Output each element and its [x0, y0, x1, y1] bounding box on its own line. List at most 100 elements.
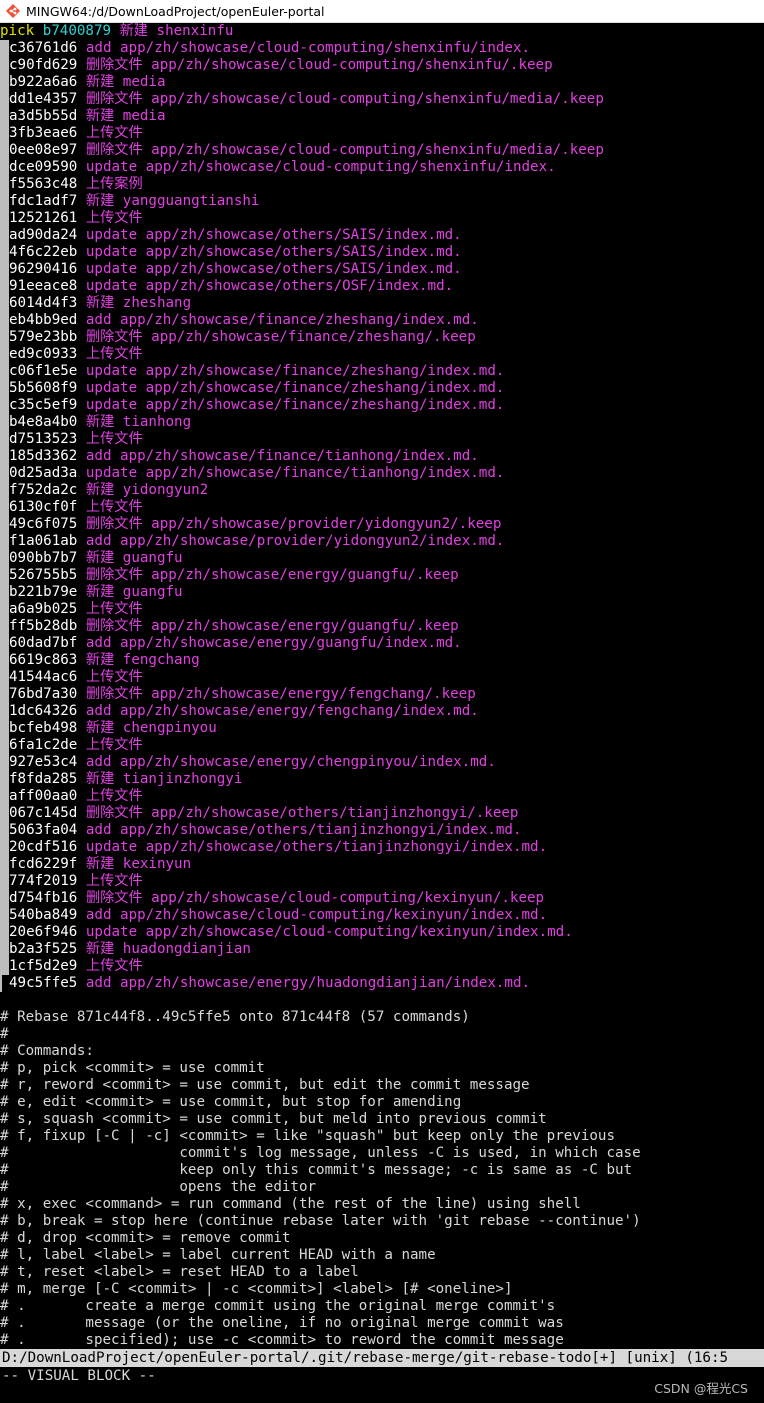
todo-line-selected[interactable]: 6014d4f3 新建 zheshang — [0, 295, 764, 312]
todo-line-selected[interactable]: ed9c0933 上传文件 — [0, 346, 764, 363]
commit-message: update app/zh/showcase/others/OSF/index.… — [85, 278, 454, 294]
commit-message: add app/zh/showcase/energy/huadongdianji… — [85, 975, 531, 991]
todo-line-selected[interactable]: 579e23bb 删除文件 app/zh/showcase/finance/zh… — [0, 329, 764, 346]
commit-message: update app/zh/showcase/finance/zheshang/… — [85, 380, 505, 396]
commit-message: 上传文件 — [85, 601, 143, 617]
todo-line-selected[interactable]: a3d5b55d 新建 media — [0, 108, 764, 125]
todo-line-selected[interactable]: 6fa1c2de 上传文件 — [0, 737, 764, 754]
todo-line-selected[interactable]: 4f6c22eb update app/zh/showcase/others/S… — [0, 244, 764, 261]
todo-line-selected[interactable]: 0d25ad3a update app/zh/showcase/finance/… — [0, 465, 764, 482]
todo-line-selected[interactable]: dce09590 update app/zh/showcase/cloud-co… — [0, 159, 764, 176]
todo-line-selected[interactable]: 6619c863 新建 fengchang — [0, 652, 764, 669]
comment-line: # l, label <label> = label current HEAD … — [0, 1247, 436, 1263]
todo-line-selected[interactable]: f1a061ab add app/zh/showcase/provider/yi… — [0, 533, 764, 550]
todo-line-selected[interactable]: fdc1adf7 新建 yangguangtianshi — [0, 193, 764, 210]
todo-line-selected[interactable]: 927e53c4 add app/zh/showcase/energy/chen… — [0, 754, 764, 771]
todo-line-selected[interactable]: 067c145d 删除文件 app/zh/showcase/others/tia… — [0, 805, 764, 822]
todo-line-selected[interactable]: a6a9b025 上传文件 — [0, 601, 764, 618]
todo-line-selected[interactable]: 12521261 上传文件 — [0, 210, 764, 227]
commit-hash: 4f6c22eb — [9, 244, 78, 260]
comment-line: # t, reset <label> = reset HEAD to a lab… — [0, 1264, 359, 1280]
todo-line-selected[interactable]: 774f2019 上传文件 — [0, 873, 764, 890]
todo-line-selected[interactable]: 5063fa04 add app/zh/showcase/others/tian… — [0, 822, 764, 839]
todo-line-selected[interactable]: aff00aa0 上传文件 — [0, 788, 764, 805]
todo-line-selected[interactable]: 49c6f075 删除文件 app/zh/showcase/provider/y… — [0, 516, 764, 533]
commit-message: 删除文件 app/zh/showcase/cloud-computing/she… — [85, 91, 604, 107]
commit-message: 上传文件 — [85, 873, 143, 889]
commit-hash: c90fd629 — [9, 57, 78, 73]
todo-line-selected[interactable]: f8fda285 新建 tianjinzhongyi — [0, 771, 764, 788]
todo-line-selected[interactable]: 96290416 update app/zh/showcase/others/S… — [0, 261, 764, 278]
comment-line: # f, fixup [-C | -c] <commit> = like "sq… — [0, 1128, 615, 1144]
todo-line-selected[interactable]: dd1e4357 删除文件 app/zh/showcase/cloud-comp… — [0, 91, 764, 108]
visual-block-cursor — [0, 397, 9, 414]
todo-line-selected[interactable]: 090bb7b7 新建 guangfu — [0, 550, 764, 567]
vim-editor[interactable]: pick b7400879 新建 shenxinfu c36761d6 add … — [0, 23, 764, 1403]
todo-line-selected[interactable]: 3fb3eae6 上传文件 — [0, 125, 764, 142]
commit-message: 新建 zheshang — [85, 295, 192, 311]
todo-line-selected[interactable]: c90fd629 删除文件 app/zh/showcase/cloud-comp… — [0, 57, 764, 74]
commit-hash: 090bb7b7 — [9, 550, 78, 566]
commit-message: 新建 tianjinzhongyi — [85, 771, 243, 787]
todo-line-selected[interactable]: 91eeace8 update app/zh/showcase/others/O… — [0, 278, 764, 295]
todo-line-selected[interactable]: 20cdf516 update app/zh/showcase/others/t… — [0, 839, 764, 856]
todo-line-selected[interactable]: ad90da24 update app/zh/showcase/others/S… — [0, 227, 764, 244]
todo-line-selected[interactable]: 526755b5 删除文件 app/zh/showcase/energy/gua… — [0, 567, 764, 584]
todo-line-selected[interactable]: ff5b28db 删除文件 app/zh/showcase/energy/gua… — [0, 618, 764, 635]
todo-line-selected[interactable]: c06f1e5e update app/zh/showcase/finance/… — [0, 363, 764, 380]
commit-message: 新建 media — [85, 74, 166, 90]
visual-block-cursor — [0, 771, 9, 788]
todo-line-selected[interactable]: c35c5ef9 update app/zh/showcase/finance/… — [0, 397, 764, 414]
commit-hash: 6130cf0f — [9, 499, 78, 515]
todo-line-selected[interactable]: 540ba849 add app/zh/showcase/cloud-compu… — [0, 907, 764, 924]
todo-line-selected[interactable]: bcfeb498 新建 chengpinyou — [0, 720, 764, 737]
visual-block-cursor — [0, 142, 9, 159]
todo-line-selected[interactable]: b221b79e 新建 guangfu — [0, 584, 764, 601]
commit-hash: a3d5b55d — [9, 108, 78, 124]
todo-line-selected[interactable]: f5563c48 上传案例 — [0, 176, 764, 193]
todo-line-selected[interactable]: 60dad7bf add app/zh/showcase/energy/guan… — [0, 635, 764, 652]
todo-line-selected[interactable]: b2a3f525 新建 huadongdianjian — [0, 941, 764, 958]
todo-line-selected[interactable]: 49c5ffe5 add app/zh/showcase/energy/huad… — [0, 975, 764, 992]
commit-message: add app/zh/showcase/finance/zheshang/ind… — [85, 312, 479, 328]
todo-line-selected[interactable]: 1dc64326 add app/zh/showcase/energy/feng… — [0, 703, 764, 720]
comment-line: # keep only this commit's message; -c is… — [0, 1162, 633, 1178]
commit-hash: dce09590 — [9, 159, 78, 175]
todo-line-selected[interactable]: b922a6a6 新建 media — [0, 74, 764, 91]
todo-line-selected[interactable]: 41544ac6 上传文件 — [0, 669, 764, 686]
todo-line-pick[interactable]: pick b7400879 新建 shenxinfu — [0, 23, 764, 40]
todo-line-selected[interactable]: 0ee08e97 删除文件 app/zh/showcase/cloud-comp… — [0, 142, 764, 159]
visual-block-cursor — [0, 210, 9, 227]
commit-message: update app/zh/showcase/cloud-computing/s… — [85, 159, 556, 175]
commit-message: 新建 huadongdianjian — [85, 941, 251, 957]
todo-line-selected[interactable]: 185d3362 add app/zh/showcase/finance/tia… — [0, 448, 764, 465]
visual-block-cursor — [0, 482, 9, 499]
commit-hash: bcfeb498 — [9, 720, 78, 736]
commit-hash: 20e6f946 — [9, 924, 78, 940]
comment-line: # . message (or the oneline, if no origi… — [0, 1315, 564, 1331]
visual-block-cursor — [0, 975, 2, 992]
commit-hash: 5b5608f9 — [9, 380, 78, 396]
commit-hash: a6a9b025 — [9, 601, 78, 617]
comment-line: # — [0, 1026, 9, 1042]
todo-line-selected[interactable]: d754fb16 删除文件 app/zh/showcase/cloud-comp… — [0, 890, 764, 907]
visual-block-selection[interactable]: c36761d6 add app/zh/showcase/cloud-compu… — [0, 40, 764, 992]
todo-line-selected[interactable]: 6130cf0f 上传文件 — [0, 499, 764, 516]
commit-message: 新建 kexinyun — [85, 856, 192, 872]
todo-line-selected[interactable]: fcd6229f 新建 kexinyun — [0, 856, 764, 873]
todo-line-selected[interactable]: 5b5608f9 update app/zh/showcase/finance/… — [0, 380, 764, 397]
todo-line-selected[interactable]: b4e8a4b0 新建 tianhong — [0, 414, 764, 431]
comment-line: # . specified); use -c <commit> to rewor… — [0, 1332, 564, 1348]
todo-line-selected[interactable]: f752da2c 新建 yidongyun2 — [0, 482, 764, 499]
visual-block-cursor — [0, 499, 9, 516]
todo-line-selected[interactable]: d7513523 上传文件 — [0, 431, 764, 448]
commit-hash: c35c5ef9 — [9, 397, 78, 413]
todo-line-selected[interactable]: 20e6f946 update app/zh/showcase/cloud-co… — [0, 924, 764, 941]
comment-line: # m, merge [-C <commit> | -c <commit>] <… — [0, 1281, 513, 1297]
todo-line-selected[interactable]: 1cf5d2e9 上传文件 — [0, 958, 764, 975]
commit-hash: b221b79e — [9, 584, 78, 600]
window-title: MINGW64:/d/DownLoadProject/openEuler-por… — [26, 3, 325, 19]
todo-line-selected[interactable]: eb4bb9ed add app/zh/showcase/finance/zhe… — [0, 312, 764, 329]
todo-line-selected[interactable]: 76bd7a30 删除文件 app/zh/showcase/energy/fen… — [0, 686, 764, 703]
todo-line-selected[interactable]: c36761d6 add app/zh/showcase/cloud-compu… — [0, 40, 764, 57]
